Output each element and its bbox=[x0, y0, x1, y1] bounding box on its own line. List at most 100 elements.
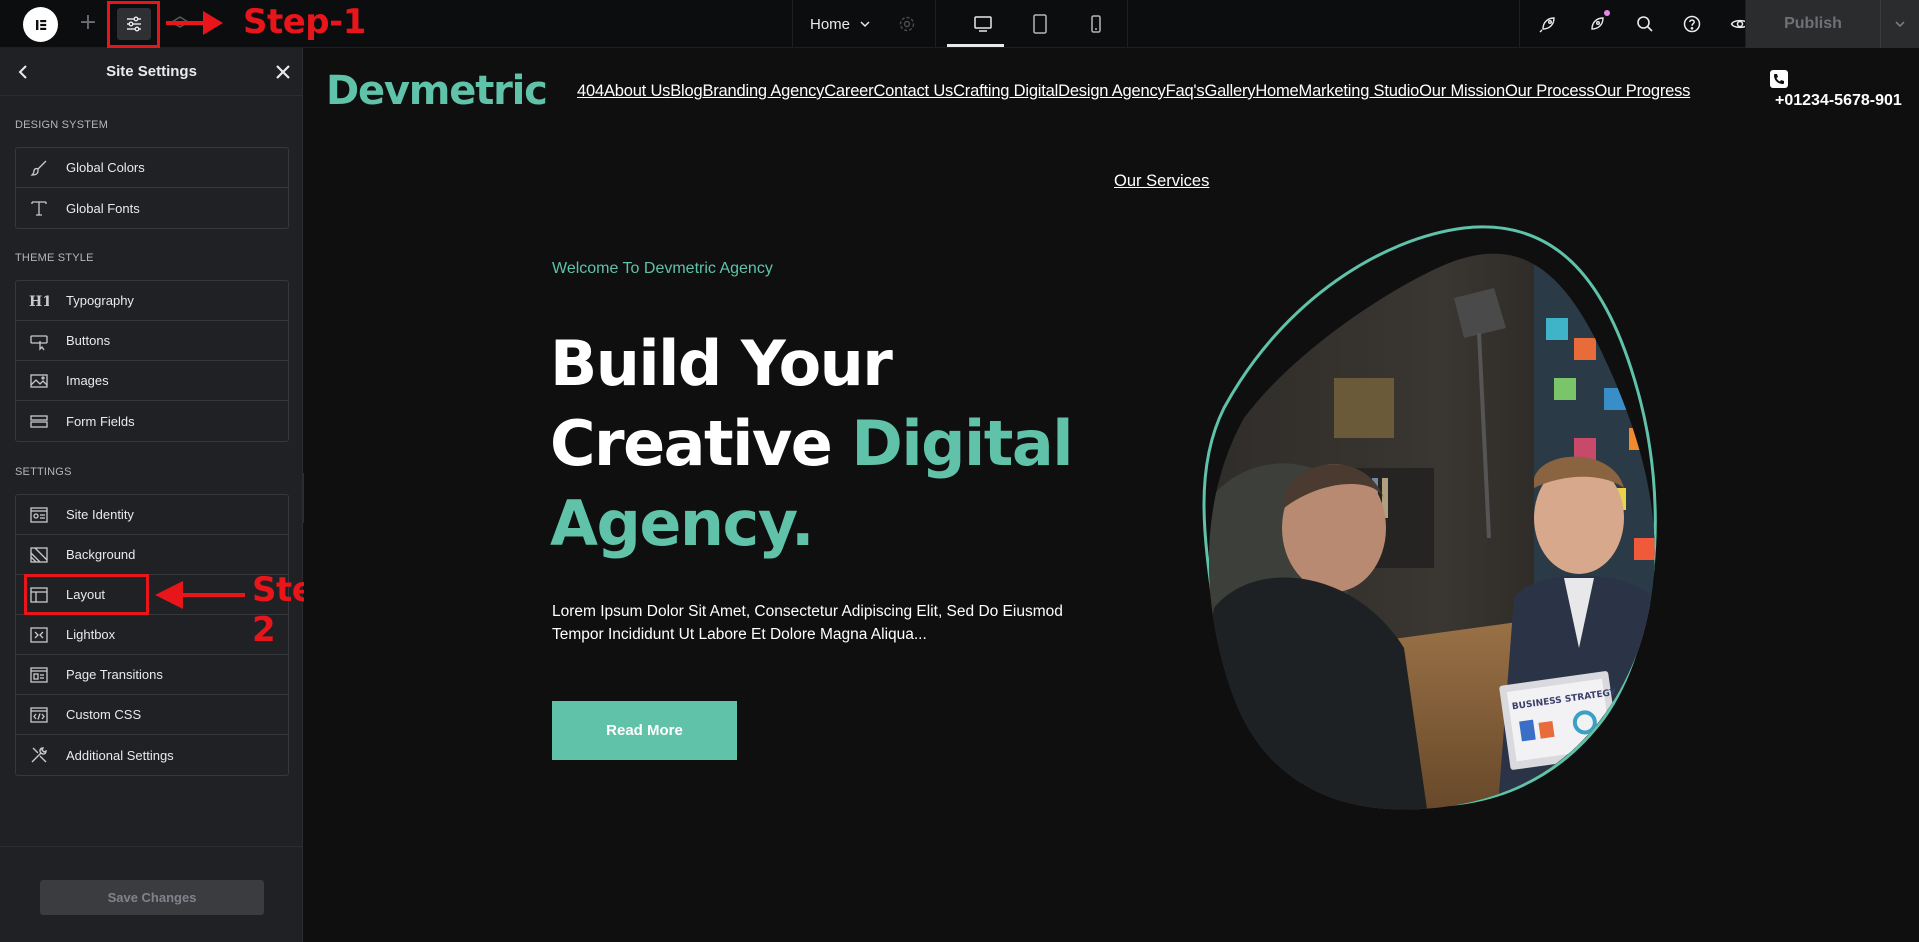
nav-link-our-mission[interactable]: Our Mission bbox=[1419, 82, 1505, 101]
design-system-group: Global Colors Global Fonts bbox=[15, 147, 289, 229]
panel-header: Site Settings bbox=[0, 48, 303, 96]
rocket-icon[interactable] bbox=[1538, 14, 1558, 34]
tools-icon bbox=[31, 747, 47, 763]
h1-icon: H1 bbox=[29, 294, 49, 310]
chevron-down-icon bbox=[1895, 21, 1905, 28]
menu-item-images[interactable]: Images bbox=[16, 361, 288, 401]
nav-link-home[interactable]: Home bbox=[1255, 82, 1298, 101]
nav-link-contact-us[interactable]: Contact Us bbox=[873, 82, 953, 101]
arrow-head-icon bbox=[203, 11, 223, 35]
menu-item-form-fields[interactable]: Form Fields bbox=[16, 401, 288, 441]
headline-accent: Digital bbox=[851, 407, 1073, 480]
nav-link-branding-agency[interactable]: Branding Agency bbox=[702, 82, 824, 101]
mobile-icon[interactable] bbox=[1084, 12, 1108, 36]
section-title-design-system: Design System bbox=[15, 119, 109, 131]
step1-label: Step-1 bbox=[243, 2, 366, 42]
search-icon[interactable] bbox=[1635, 14, 1655, 34]
menu-item-global-colors[interactable]: Global Colors bbox=[16, 148, 288, 188]
nav-link-our-process[interactable]: Our Process bbox=[1505, 82, 1595, 101]
close-icon[interactable] bbox=[272, 61, 294, 83]
page-canvas: Devmetric 404 About Us Blog Branding Agency… bbox=[304, 48, 1919, 942]
menu-item-global-fonts[interactable]: Global Fonts bbox=[16, 188, 288, 228]
phone-icon bbox=[1770, 70, 1788, 88]
headline-line-3: Agency. bbox=[550, 487, 815, 560]
menu-item-background[interactable]: Background bbox=[16, 535, 288, 575]
section-title-settings: Settings bbox=[15, 466, 72, 478]
hero-eyebrow: Welcome To Devmetric Agency bbox=[552, 260, 773, 277]
site-logo-text[interactable]: Devmetric bbox=[326, 68, 548, 114]
menu-item-buttons[interactable]: Buttons bbox=[16, 321, 288, 361]
whats-new-icon[interactable] bbox=[1587, 14, 1607, 34]
menu-item-label: Global Colors bbox=[66, 160, 145, 175]
menu-item-label: Background bbox=[66, 547, 136, 562]
panel-title: Site Settings bbox=[106, 63, 197, 80]
step1-arrow bbox=[166, 21, 208, 25]
page-transitions-icon bbox=[30, 667, 48, 683]
menu-item-typography[interactable]: H1 Typography bbox=[16, 281, 288, 321]
menu-item-custom-css[interactable]: Custom CSS bbox=[16, 695, 288, 735]
site-settings-panel: Site Settings Design System Global Color… bbox=[0, 48, 352, 942]
image-icon bbox=[30, 374, 48, 388]
publish-button[interactable]: Publish bbox=[1745, 0, 1880, 48]
nav-link-about-us[interactable]: About Us bbox=[604, 82, 670, 101]
nav-link-our-progress[interactable]: Our Progress bbox=[1594, 82, 1690, 101]
panel-footer: Save Changes bbox=[0, 846, 303, 942]
section-title-theme-style: Theme Style bbox=[15, 252, 94, 264]
settings-group: Site Identity Background Layout Lightbox… bbox=[15, 494, 289, 776]
nav-link-404[interactable]: 404 bbox=[577, 82, 604, 101]
theme-style-group: H1 Typography Buttons Images Form Fields bbox=[15, 280, 289, 442]
nav-link-blog[interactable]: Blog bbox=[670, 82, 702, 101]
desktop-icon[interactable] bbox=[971, 12, 995, 36]
menu-item-label: Buttons bbox=[66, 333, 111, 348]
nav-link-marketing-studio[interactable]: Marketing Studio bbox=[1299, 82, 1420, 101]
menu-item-label: Additional Settings bbox=[66, 747, 174, 763]
code-icon bbox=[30, 707, 48, 723]
read-more-button[interactable]: Read More bbox=[552, 701, 737, 760]
phone-number[interactable]: +01234-5678-901 bbox=[1775, 92, 1902, 110]
elementor-logo-icon[interactable] bbox=[23, 7, 58, 42]
headline-line-2: Creative Digital bbox=[550, 404, 1073, 484]
nav-link-design-agency[interactable]: Design Agency bbox=[1058, 82, 1166, 101]
menu-item-additional-settings[interactable]: Additional Settings bbox=[16, 735, 288, 775]
form-field-icon bbox=[30, 415, 48, 428]
hero-image: BUSINESS STRATEGY bbox=[1202, 225, 1657, 810]
headline-text: Creative bbox=[550, 407, 852, 480]
menu-item-label: Custom CSS bbox=[66, 707, 142, 722]
menu-item-label: Site Identity bbox=[66, 507, 134, 522]
menu-item-site-identity[interactable]: Site Identity bbox=[16, 495, 288, 535]
chevron-down-icon bbox=[860, 21, 870, 28]
publish-options-button[interactable] bbox=[1880, 0, 1919, 48]
step2-arrow bbox=[180, 593, 245, 597]
tablet-icon[interactable] bbox=[1028, 12, 1052, 36]
menu-item-page-transitions[interactable]: Page Transitions bbox=[16, 655, 288, 695]
editor-topbar: + Home Publish Step-1 bbox=[0, 0, 1919, 48]
active-device-indicator bbox=[947, 44, 1004, 47]
page-settings-gear-icon[interactable] bbox=[898, 15, 916, 33]
headline-line-1: Build Your bbox=[550, 327, 893, 400]
svg-text:H1: H1 bbox=[29, 294, 49, 310]
step2-highlight-box bbox=[24, 574, 149, 615]
nav-link-crafting-digital[interactable]: Crafting Digital bbox=[953, 82, 1058, 101]
lightbox-icon bbox=[30, 627, 48, 643]
menu-item-lightbox[interactable]: Lightbox bbox=[16, 615, 288, 655]
device-switcher bbox=[936, 0, 1128, 48]
hero-description: Lorem Ipsum Dolor Sit Amet, Consectetur … bbox=[552, 603, 1063, 643]
help-icon[interactable] bbox=[1682, 14, 1702, 34]
text-t-icon bbox=[31, 201, 47, 216]
menu-item-label: Global Fonts bbox=[66, 200, 140, 216]
menu-item-label: Lightbox bbox=[66, 627, 116, 642]
site-nav: 404 About Us Blog Branding Agency Career Cont… bbox=[577, 82, 1690, 101]
menu-item-label: Page Transitions bbox=[66, 667, 163, 682]
menu-item-label: Images bbox=[66, 373, 109, 388]
nav-link-faq-s[interactable]: Faq's bbox=[1166, 82, 1205, 101]
page-selector[interactable]: Home bbox=[792, 0, 936, 48]
save-changes-button[interactable]: Save Changes bbox=[40, 880, 264, 915]
nav-link-gallery[interactable]: Gallery bbox=[1204, 82, 1255, 101]
background-icon bbox=[30, 547, 48, 563]
step1-highlight-box bbox=[107, 1, 160, 48]
button-cursor-icon bbox=[30, 335, 48, 351]
site-identity-icon bbox=[30, 507, 48, 523]
nav-link-career[interactable]: Career bbox=[824, 82, 873, 101]
add-element-icon[interactable]: + bbox=[78, 9, 98, 37]
page-name: Home bbox=[810, 15, 851, 33]
